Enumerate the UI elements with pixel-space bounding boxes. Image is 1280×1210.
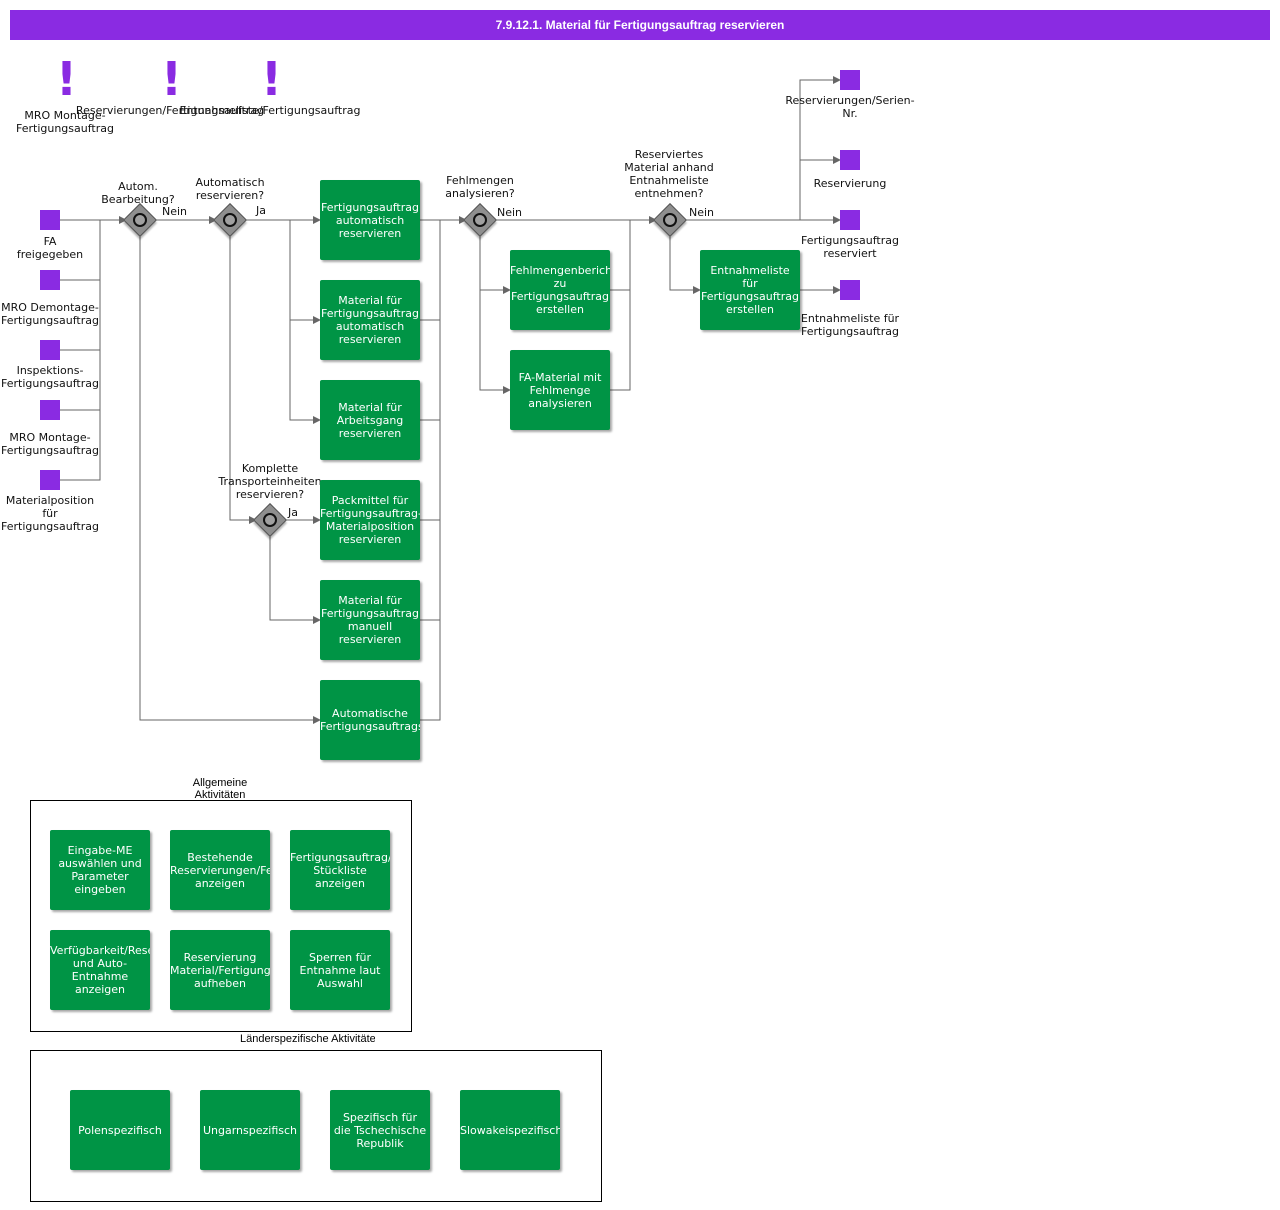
task-material-auto-reserve[interactable]: Material für Fertigungsauftrag automatis… bbox=[320, 280, 420, 360]
task-label: Sperren für Entnahme laut Auswahl bbox=[299, 950, 381, 990]
start-event[interactable] bbox=[40, 210, 60, 230]
gateway-label: Komplette Transporteinheiten reservieren… bbox=[218, 462, 322, 501]
end-event[interactable] bbox=[840, 150, 860, 170]
task-label: Bestehende Reservierungen/Fertigungsauft… bbox=[170, 850, 270, 890]
task-label: Reservierung Material/Fertigungsauftrag … bbox=[170, 950, 270, 990]
task-operation-reserve[interactable]: Material für Arbeitsgang reservieren bbox=[320, 380, 420, 460]
task-label: Fertigungsauftrag/Verfolgte Stückliste a… bbox=[290, 850, 390, 890]
country-task[interactable]: Spezifisch für die Tschechische Republik bbox=[330, 1090, 430, 1170]
task-packaging-reserve[interactable]: Packmittel für Fertigungsauftrag- Materi… bbox=[320, 480, 420, 560]
start-event-label: FA freigegeben bbox=[16, 235, 84, 261]
edge-label-ja: Ja bbox=[256, 204, 266, 217]
edge-label-ja: Ja bbox=[288, 506, 298, 519]
start-event[interactable] bbox=[40, 270, 60, 290]
edge-label-nein: Nein bbox=[162, 205, 188, 218]
task-label: Material für Fertigungsauftrag automatis… bbox=[321, 294, 419, 346]
trigger-exclamation-icon: ! bbox=[56, 52, 77, 106]
task-manual-reserve[interactable]: Material für Fertigungsauftrag manuell r… bbox=[320, 580, 420, 660]
task-label: Ungarnspezifisch bbox=[202, 1123, 298, 1137]
end-event[interactable] bbox=[840, 280, 860, 300]
end-event-label: Reservierung bbox=[813, 177, 887, 190]
general-task[interactable]: Reservierung Material/Fertigungsauftrag … bbox=[170, 930, 270, 1010]
general-task[interactable]: Eingabe-ME auswählen und Parameter einge… bbox=[50, 830, 150, 910]
end-event-label: Reservierungen/Serien- Nr. bbox=[785, 94, 915, 120]
general-task[interactable]: Fertigungsauftrag/Verfolgte Stückliste a… bbox=[290, 830, 390, 910]
start-event-label: Inspektions- Fertigungsauftrag bbox=[1, 364, 99, 390]
task-label: Automatische Fertigungsauftragsbearbeitu… bbox=[320, 707, 420, 733]
gateway-label: Autom. Bearbeitung? bbox=[101, 180, 175, 206]
edge-label-nein: Nein bbox=[497, 206, 523, 219]
country-task[interactable]: Slowakeispezifisch bbox=[460, 1090, 560, 1170]
end-event[interactable] bbox=[840, 210, 860, 230]
task-shortage-analysis[interactable]: FA-Material mit Fehlmenge analysieren bbox=[510, 350, 610, 430]
gateway-label: Reserviertes Material anhand Entnahmelis… bbox=[624, 148, 714, 200]
task-label: Material für Fertigungsauftrag manuell r… bbox=[321, 594, 419, 646]
country-activities-title: Länderspezifische Aktivitäten bbox=[240, 1033, 375, 1045]
general-task[interactable]: Sperren für Entnahme laut Auswahl bbox=[290, 930, 390, 1010]
task-label: Slowakeispezifisch bbox=[460, 1123, 560, 1137]
start-event[interactable] bbox=[40, 400, 60, 420]
gateway-label: Automatisch reservieren? bbox=[195, 176, 265, 202]
country-task[interactable]: Polenspezifisch bbox=[70, 1090, 170, 1170]
task-label: Packmittel für Fertigungsauftrag- Materi… bbox=[320, 494, 420, 546]
trigger-exclamation-icon: ! bbox=[161, 52, 182, 106]
end-event[interactable] bbox=[840, 70, 860, 90]
general-task[interactable]: Bestehende Reservierungen/Fertigungsauft… bbox=[170, 830, 270, 910]
start-event-label: MRO Montage- Fertigungsauftrag bbox=[1, 431, 99, 457]
task-label: Material für Arbeitsgang reservieren bbox=[336, 400, 404, 440]
start-event[interactable] bbox=[40, 470, 60, 490]
task-fa-auto-reserve[interactable]: Fertigungsauftrag automatisch reserviere… bbox=[320, 180, 420, 260]
task-label: Spezifisch für die Tschechische Republik bbox=[333, 1110, 427, 1150]
general-activities-title: Allgemeine Aktivitäten bbox=[192, 777, 248, 799]
start-event-label: Materialposition für Fertigungsauftrag bbox=[1, 494, 99, 533]
trigger-exclamation-icon: ! bbox=[261, 52, 282, 106]
task-shortage-report[interactable]: Fehlmengenbericht zu Fertigungsauftrag e… bbox=[510, 250, 610, 330]
start-event[interactable] bbox=[40, 340, 60, 360]
edge-label-nein: Nein bbox=[689, 206, 715, 219]
task-label: FA-Material mit Fehlmenge analysieren bbox=[518, 370, 602, 410]
task-label: Fehlmengenbericht zu Fertigungsauftrag e… bbox=[510, 264, 610, 316]
task-label: Eingabe-ME auswählen und Parameter einge… bbox=[58, 844, 142, 896]
task-label: Entnahmeliste für Fertigungsauftrag erst… bbox=[701, 264, 799, 316]
gateway-label: Fehlmengen analysieren? bbox=[445, 174, 515, 200]
trigger-label: Entnahmeliste/Fertigungsauftrag bbox=[179, 104, 361, 117]
task-auto-processing[interactable]: Automatische Fertigungsauftragsbearbeitu… bbox=[320, 680, 420, 760]
task-label: Fertigungsauftrag automatisch reserviere… bbox=[321, 200, 419, 240]
task-label: Polenspezifisch bbox=[78, 1123, 162, 1137]
end-event-label: Fertigungsauftrag reserviert bbox=[801, 234, 899, 260]
country-task[interactable]: Ungarnspezifisch bbox=[200, 1090, 300, 1170]
task-label: Verfügbarkeit/Reservierung und Auto-Entn… bbox=[50, 944, 150, 996]
start-event-label: MRO Demontage- Fertigungsauftrag bbox=[1, 301, 99, 327]
end-event-label: Entnahmeliste für Fertigungsauftrag bbox=[800, 312, 900, 338]
general-task[interactable]: Verfügbarkeit/Reservierung und Auto-Entn… bbox=[50, 930, 150, 1010]
